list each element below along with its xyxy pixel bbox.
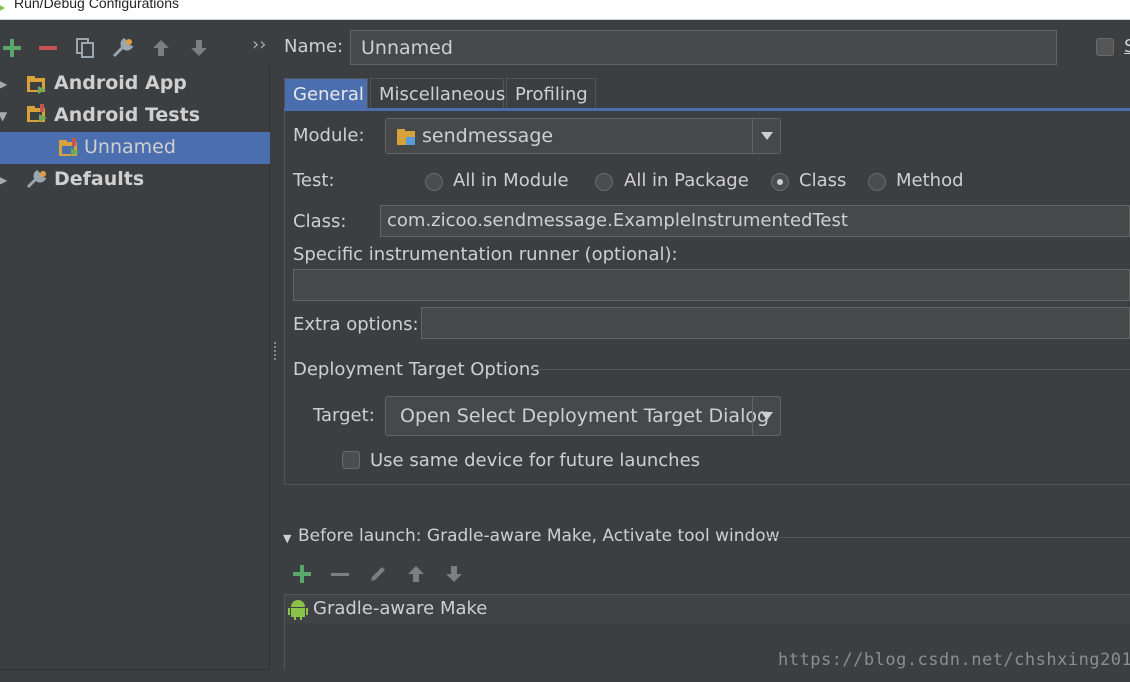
splitter-handle[interactable] bbox=[273, 340, 277, 362]
tree-item-defaults[interactable]: ▶ Defaults bbox=[0, 164, 270, 196]
deployment-section-title: Deployment Target Options bbox=[293, 359, 540, 380]
tree-item-android-app[interactable]: ▶ Android App bbox=[0, 68, 270, 100]
extra-options-label: Extra options: bbox=[293, 314, 419, 335]
tree-label: Android App bbox=[54, 72, 187, 94]
tree-label: Unnamed bbox=[84, 136, 176, 158]
chevron-down-icon[interactable] bbox=[752, 397, 780, 435]
list-item-label: Gradle-aware Make bbox=[313, 598, 488, 619]
collapse-arrow-icon[interactable]: ▼ bbox=[0, 109, 7, 123]
window-titlebar: Run/Debug Configurations bbox=[0, 0, 1130, 20]
arrow-up-icon[interactable] bbox=[149, 36, 173, 60]
tree-label: Android Tests bbox=[54, 104, 201, 126]
radio-all-in-package[interactable] bbox=[595, 173, 613, 191]
pencil-icon[interactable] bbox=[366, 562, 390, 586]
test-label: Test: bbox=[293, 170, 335, 191]
chevron-down-icon[interactable] bbox=[752, 119, 780, 153]
list-item[interactable]: Gradle-aware Make bbox=[285, 595, 1130, 623]
arrow-up-icon[interactable] bbox=[404, 562, 428, 586]
share-checkbox[interactable] bbox=[1096, 38, 1114, 56]
arrow-down-icon[interactable] bbox=[187, 36, 211, 60]
section-divider bbox=[764, 537, 1130, 538]
minus-icon[interactable] bbox=[328, 562, 352, 586]
android-tests-icon bbox=[27, 104, 47, 122]
android-app-icon bbox=[27, 76, 46, 94]
android-run-icon bbox=[0, 5, 5, 11]
configurations-tree: ▶ Android App ▼ Android Tests Unnamed ▶ … bbox=[0, 66, 270, 670]
arrow-down-icon[interactable] bbox=[442, 562, 466, 586]
class-value: com.zicoo.sendmessage.ExampleInstrumente… bbox=[387, 210, 848, 231]
watermark-text: https://blog.csdn.net/chshxing2011 bbox=[778, 650, 1130, 670]
minus-icon[interactable] bbox=[36, 36, 60, 60]
radio-label: Class bbox=[799, 170, 847, 191]
runner-label: Specific instrumentation runner (optiona… bbox=[293, 244, 678, 265]
target-select[interactable]: Open Select Deployment Target Dialog bbox=[385, 396, 781, 436]
tab-miscellaneous[interactable]: Miscellaneous bbox=[370, 78, 505, 110]
window-title: Run/Debug Configurations bbox=[14, 0, 179, 11]
name-label: Name: bbox=[284, 36, 344, 57]
name-input[interactable] bbox=[350, 30, 1057, 65]
target-value: Open Select Deployment Target Dialog bbox=[400, 405, 770, 427]
target-label: Target: bbox=[313, 405, 375, 426]
android-icon bbox=[288, 600, 308, 620]
same-device-label: Use same device for future launches bbox=[370, 450, 701, 471]
tree-label: Defaults bbox=[54, 168, 145, 190]
module-select[interactable]: sendmessage bbox=[385, 118, 781, 154]
plus-icon[interactable] bbox=[0, 36, 24, 60]
expand-arrow-icon[interactable]: ▶ bbox=[0, 173, 7, 187]
radio-label: All in Module bbox=[453, 170, 569, 191]
runner-field[interactable] bbox=[293, 269, 1130, 301]
radio-method[interactable] bbox=[868, 173, 886, 191]
tree-item-unnamed[interactable]: Unnamed bbox=[0, 132, 270, 164]
wrench-icon[interactable] bbox=[111, 36, 135, 60]
radio-label: All in Package bbox=[624, 170, 749, 191]
plus-icon[interactable] bbox=[290, 562, 314, 586]
tab-general[interactable]: General bbox=[284, 78, 368, 110]
copy-icon[interactable] bbox=[73, 36, 97, 60]
share-label: S bbox=[1124, 36, 1130, 57]
before-launch-title: Before launch: Gradle-aware Make, Activa… bbox=[298, 526, 780, 546]
android-test-config-icon bbox=[59, 138, 79, 156]
tree-item-android-tests[interactable]: ▼ Android Tests bbox=[0, 100, 270, 132]
configurations-toolbar bbox=[0, 30, 280, 64]
wrench-icon bbox=[26, 170, 47, 189]
module-folder-icon bbox=[397, 129, 415, 145]
section-divider bbox=[530, 369, 1130, 370]
class-field[interactable]: com.zicoo.sendmessage.ExampleInstrumente… bbox=[380, 205, 1130, 237]
module-value: sendmessage bbox=[422, 125, 554, 147]
collapse-arrow-icon[interactable]: ▼ bbox=[283, 532, 291, 545]
class-label: Class: bbox=[293, 211, 347, 232]
radio-all-in-module[interactable] bbox=[425, 173, 443, 191]
module-label: Module: bbox=[293, 125, 365, 146]
tab-profiling[interactable]: Profiling bbox=[506, 78, 596, 110]
extra-options-field[interactable] bbox=[421, 307, 1130, 339]
same-device-checkbox[interactable] bbox=[342, 451, 360, 469]
expand-arrow-icon[interactable]: ▶ bbox=[0, 77, 7, 91]
more-actions-chevron[interactable]: ›› bbox=[252, 34, 266, 55]
radio-label: Method bbox=[896, 170, 964, 191]
radio-class[interactable] bbox=[771, 173, 789, 191]
